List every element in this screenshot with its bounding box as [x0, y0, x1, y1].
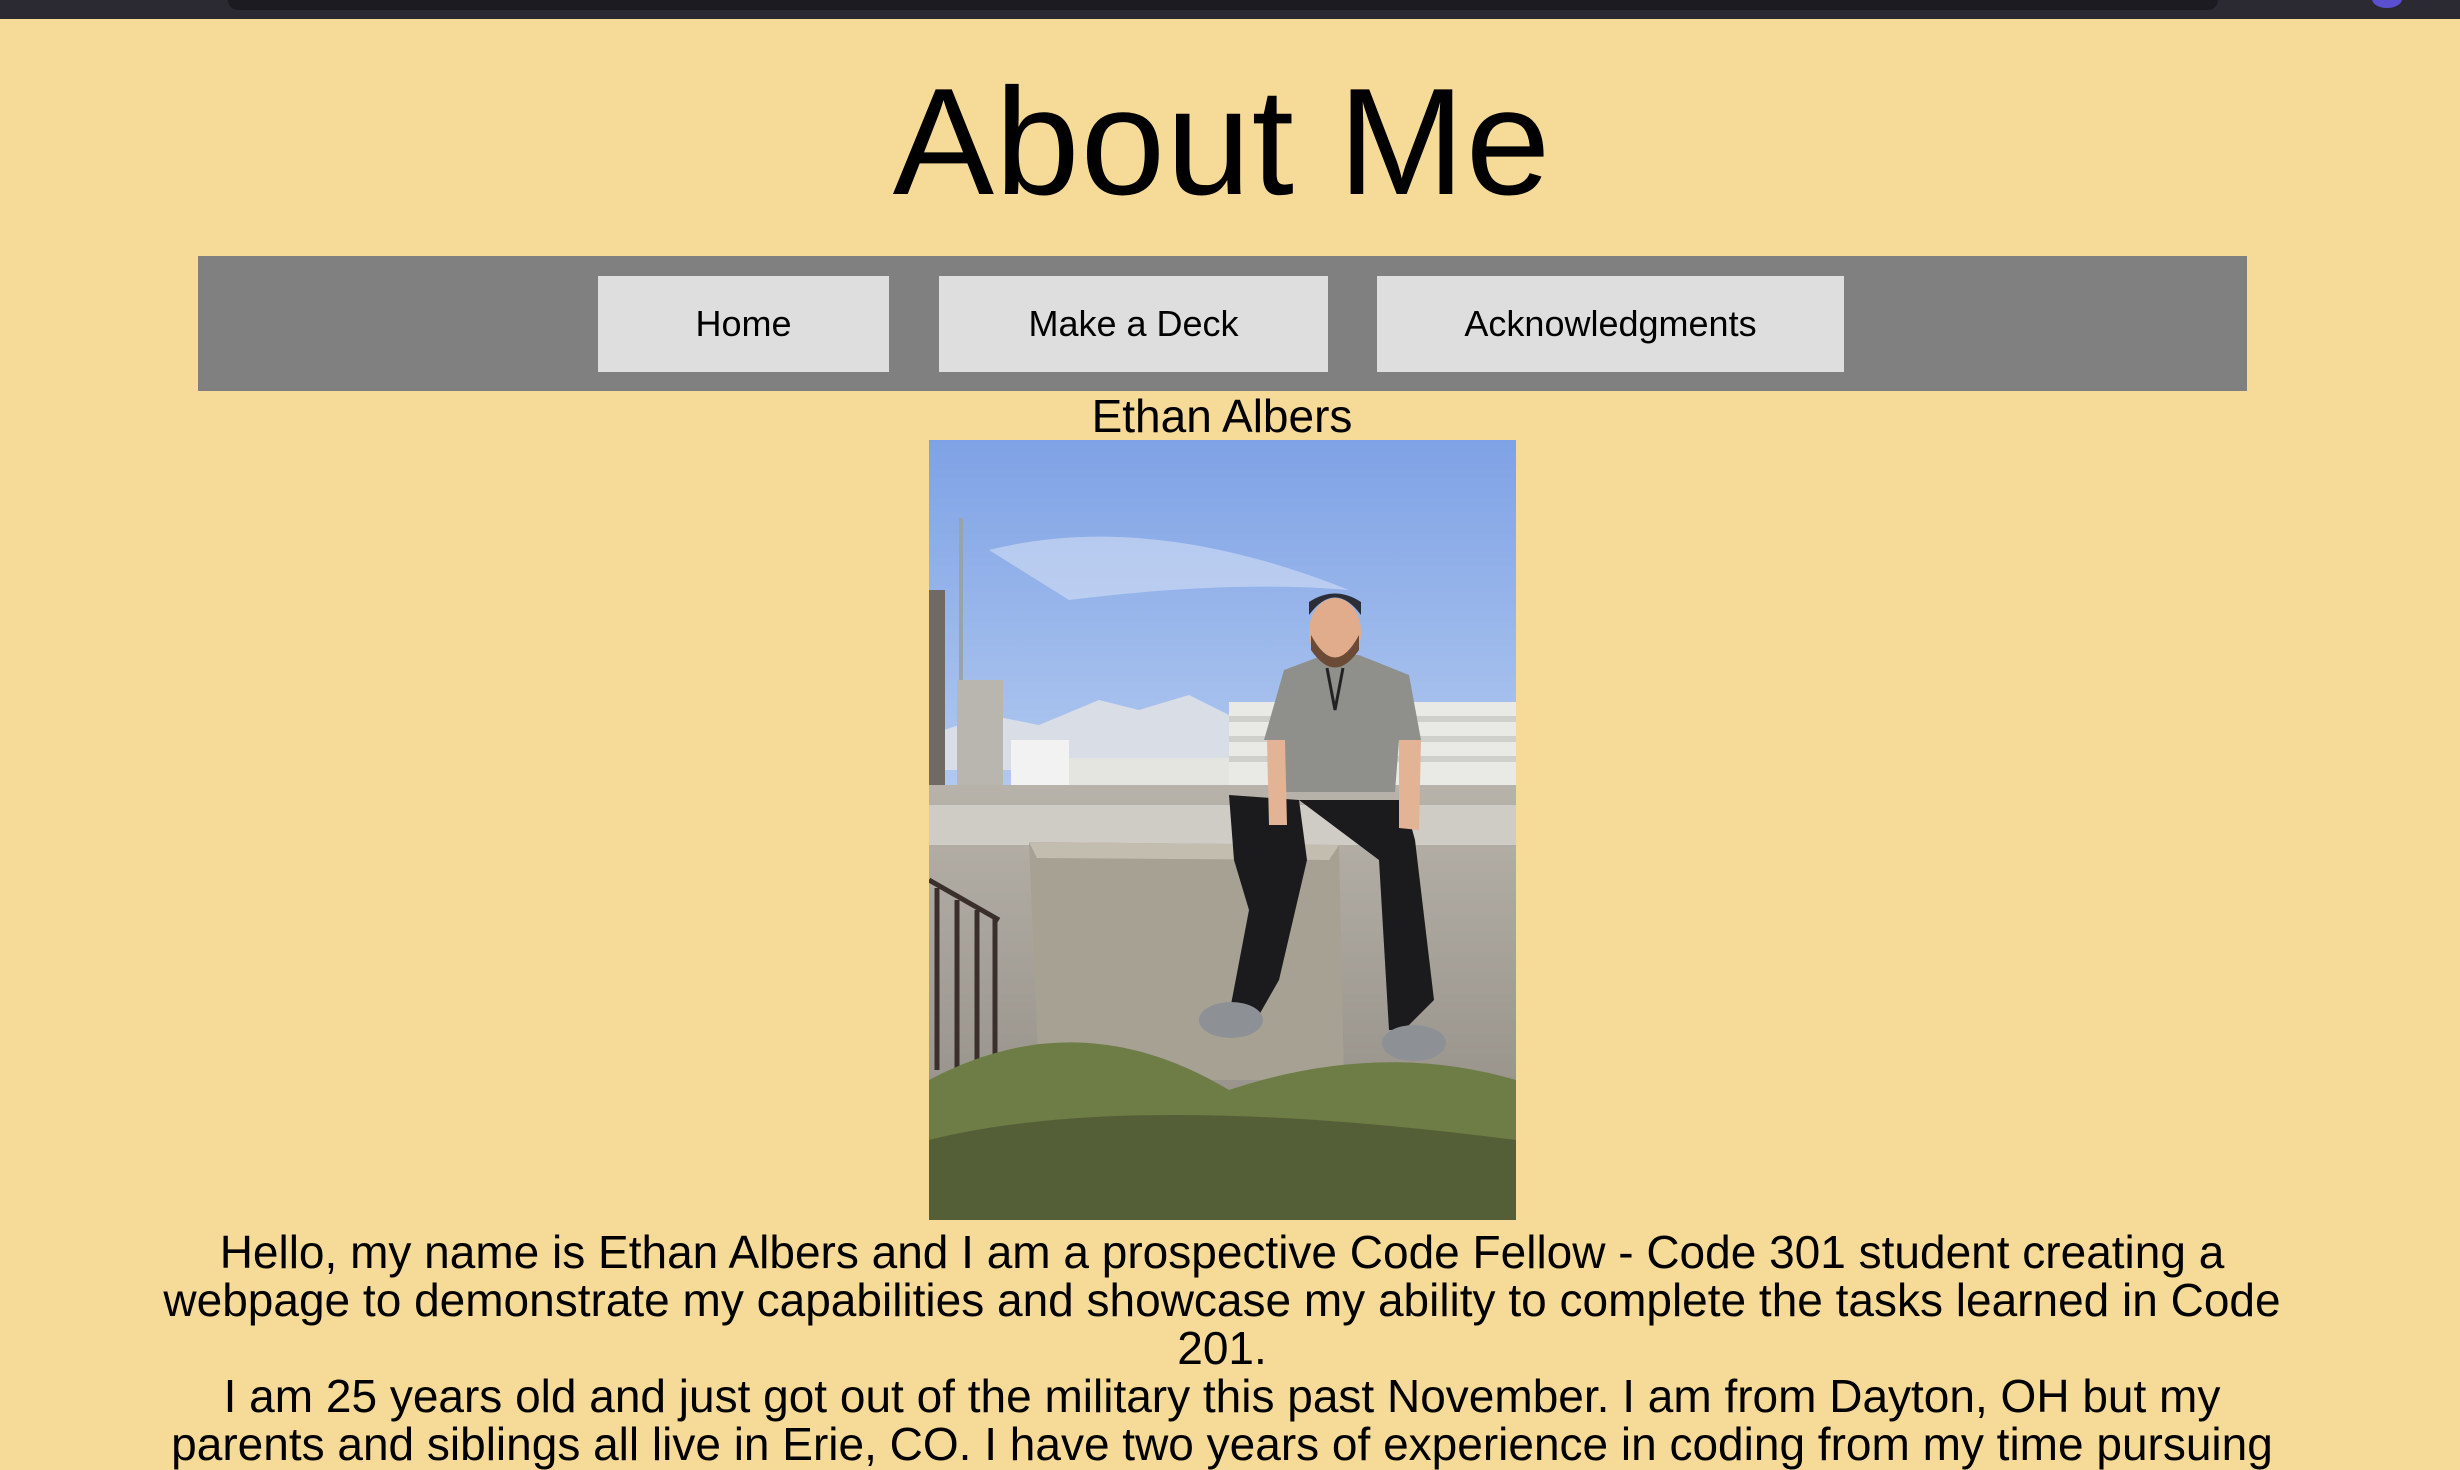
bio-text: Hello, my name is Ethan Albers and I am …	[150, 1228, 2294, 1468]
nav-acknowledgments-button[interactable]: Acknowledgments	[1377, 276, 1844, 372]
bio-paragraph: Hello, my name is Ethan Albers and I am …	[163, 1226, 2281, 1374]
bio-paragraph: I am 25 years old and just got out of th…	[171, 1370, 2273, 1470]
browser-toolbar	[0, 0, 2460, 19]
nav-home-button[interactable]: Home	[598, 276, 889, 372]
nav-bar: Home Make a Deck Acknowledgments	[198, 256, 2247, 391]
browser-address-bar[interactable]	[228, 0, 2218, 10]
profile-photo	[929, 440, 1516, 1220]
browser-extension-icon[interactable]	[2372, 0, 2402, 8]
profile-name: Ethan Albers	[1091, 390, 1353, 442]
page-title: About Me	[892, 57, 1552, 227]
nav-make-a-deck-button[interactable]: Make a Deck	[939, 276, 1328, 372]
